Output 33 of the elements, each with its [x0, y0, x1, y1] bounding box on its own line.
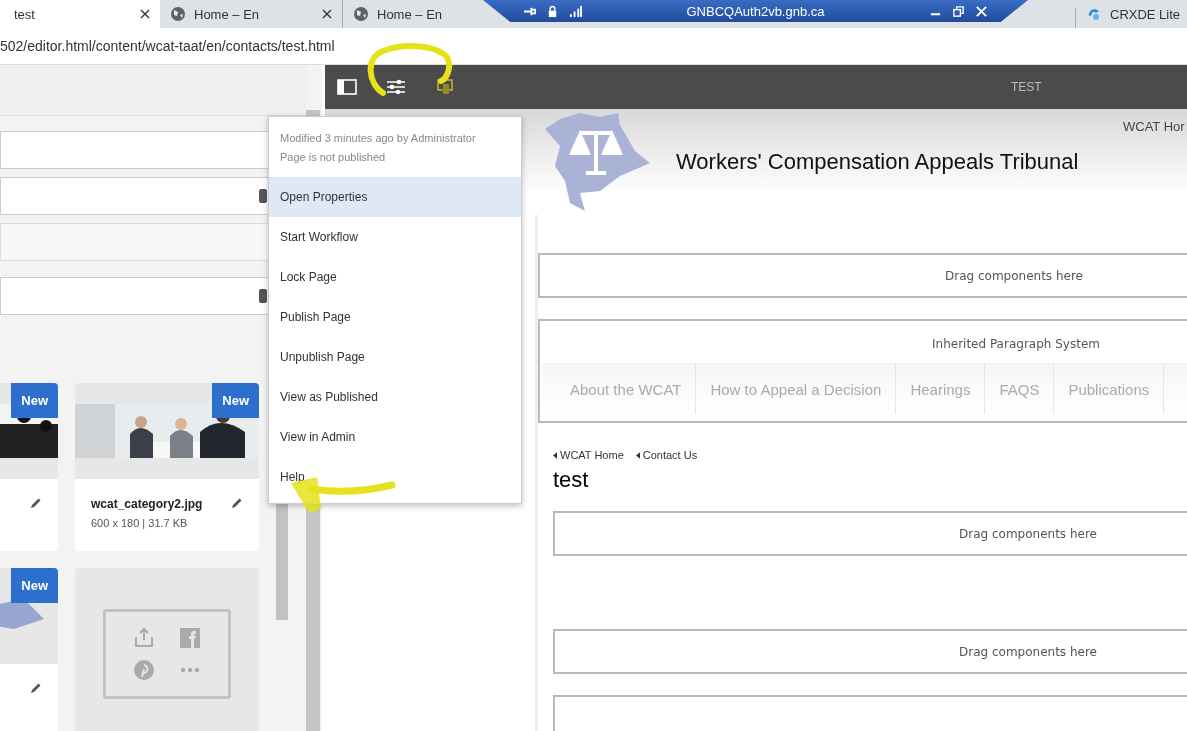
new-badge: New [11, 568, 58, 603]
page-status-text: Modified 3 minutes ago by Administrator [280, 131, 477, 146]
browser-tab[interactable]: Home – En [343, 0, 483, 28]
new-badge: New [212, 383, 259, 418]
address-field[interactable]: 502/editor.html/content/wcat-taat/en/contacts/test.html [0, 38, 335, 54]
drop-zone[interactable]: Drag components here [553, 629, 1187, 674]
page-title: TEST [1011, 80, 1042, 94]
remote-host-title: GNBCQAuth2vb.gnb.ca [685, 3, 826, 19]
asset-name: wcat_category2.jpg [91, 497, 204, 511]
section-label: Inherited Paragraph System [931, 337, 1101, 351]
browser-tab[interactable]: CRXDE Lite [1076, 0, 1187, 28]
menu-item[interactable]: View as Published [269, 377, 521, 417]
menu-item[interactable]: Open Properties [269, 177, 521, 217]
page-heading: test [553, 467, 590, 493]
menu-item[interactable]: Lock Page [269, 257, 521, 297]
new-badge: New [11, 383, 58, 418]
menu-item[interactable]: Start Workflow [269, 217, 521, 257]
menu-item[interactable]: View in Admin [269, 417, 521, 457]
drop-zone[interactable]: Drag components here [538, 253, 1187, 298]
menu-item[interactable]: Publish Page [269, 297, 521, 337]
menu-item[interactable]: Unpublish Page [269, 337, 521, 377]
page-status-text: Page is not published [280, 150, 387, 165]
asset-card[interactable]: New wcat_category2.jpg 600 x 180 | 31.7 KB [75, 383, 259, 551]
breadcrumb-link[interactable]: WCAT Home [553, 449, 624, 461]
asset-meta: 600 x 180 | 31.7 KB [91, 517, 189, 529]
browser-tab[interactable]: test [0, 0, 160, 28]
drop-zone[interactable]: Drag components here [553, 511, 1187, 556]
asset-card[interactable]: New [0, 383, 58, 551]
breadcrumb-link[interactable]: Contact Us [635, 449, 698, 461]
asset-card[interactable]: New [0, 568, 58, 731]
home-link[interactable]: WCAT Hor [1123, 119, 1185, 134]
site-title: Workers' Compensation Appeals Tribunal [676, 149, 1079, 175]
menu-item[interactable]: Help [269, 457, 521, 497]
